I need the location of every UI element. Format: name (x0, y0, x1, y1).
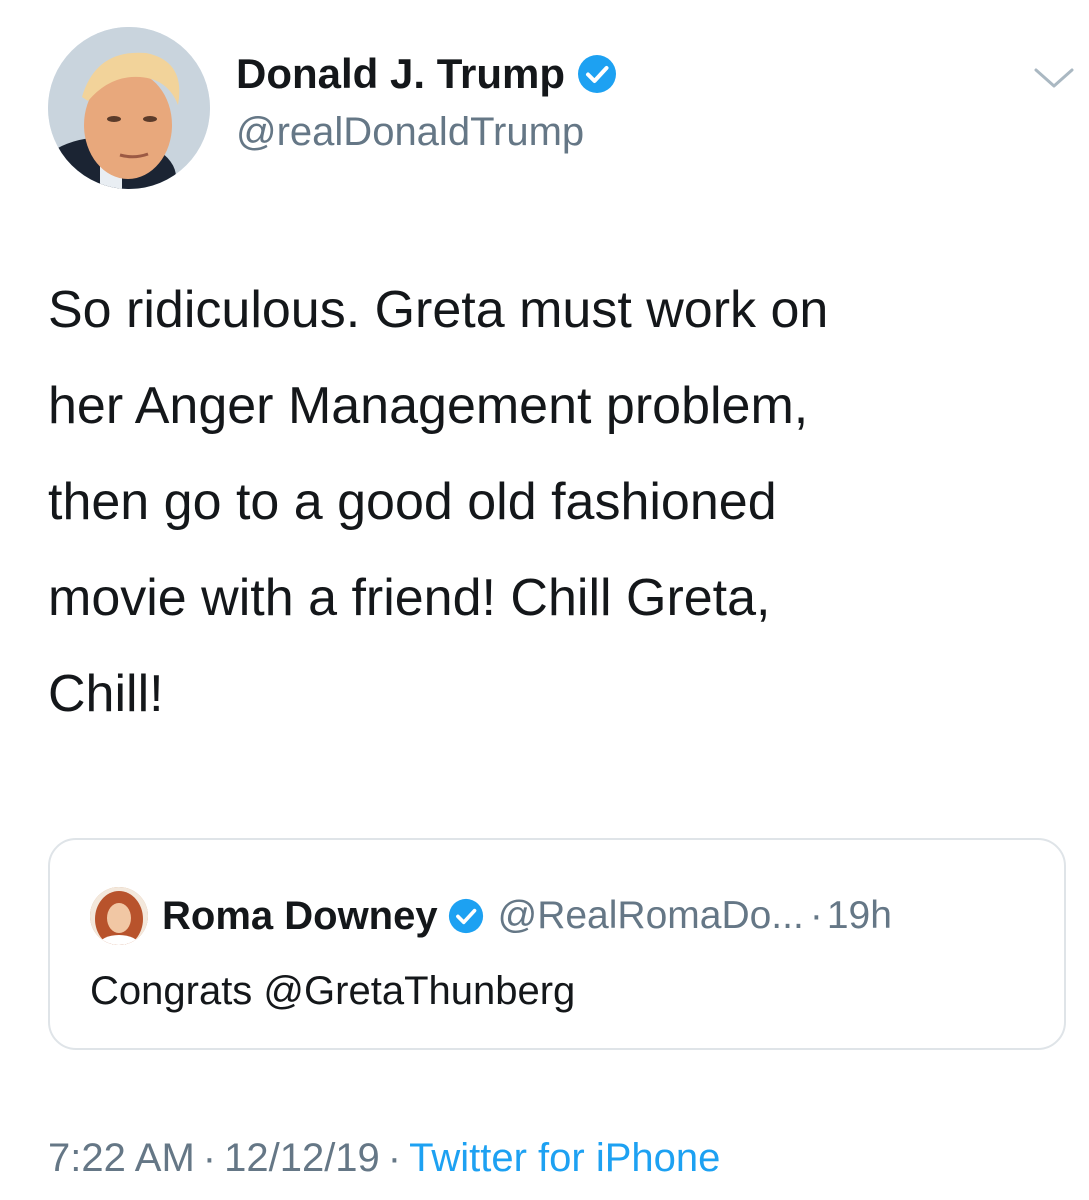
quoted-timestamp: 19h (826, 894, 892, 937)
quoted-author-name: Roma Downey (162, 893, 438, 938)
quoted-separator: · (809, 894, 823, 937)
tweet-text: So ridiculous. Greta must work on her An… (48, 281, 829, 723)
author-name-row: Donald J. Trump (236, 48, 617, 100)
footer-separator: · (202, 1136, 217, 1180)
footer-separator: · (387, 1136, 402, 1180)
tweet-date: 12/12/19 (224, 1136, 380, 1180)
tweet-source-link[interactable]: Twitter for iPhone (409, 1136, 720, 1180)
author-display-name[interactable]: Donald J. Trump (236, 48, 565, 100)
quoted-author-avatar (90, 887, 148, 945)
tweet-metadata: 7:22 AM · 12/12/19 · Twitter for iPhone (48, 1132, 720, 1184)
verified-badge-icon (448, 898, 483, 934)
quoted-tweet-card[interactable]: Roma Downey @RealRomaDo... · 19h Congrat… (48, 838, 1066, 1050)
verified-badge-icon (578, 55, 617, 93)
tweet-time: 7:22 AM (48, 1136, 195, 1180)
quoted-tweet-text: Congrats @GretaThunberg (90, 969, 576, 1013)
tweet-detail: Donald J. Trump @realDonaldTrump So ridi… (0, 0, 1089, 1200)
chevron-down-icon[interactable] (1032, 62, 1076, 92)
quoted-author-handle: @RealRomaDo... (497, 894, 804, 937)
quoted-tweet-header: Roma Downey @RealRomaDo... · 19h (90, 887, 892, 945)
author-handle[interactable]: @realDonaldTrump (236, 108, 584, 156)
author-avatar[interactable] (48, 27, 210, 189)
